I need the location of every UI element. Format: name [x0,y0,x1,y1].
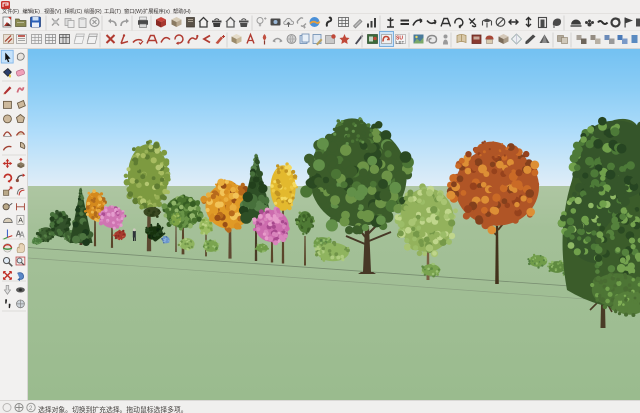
svg-text:LBT: LBT [396,40,405,45]
svg-text:A: A [19,230,25,239]
svg-text:A: A [18,218,23,225]
